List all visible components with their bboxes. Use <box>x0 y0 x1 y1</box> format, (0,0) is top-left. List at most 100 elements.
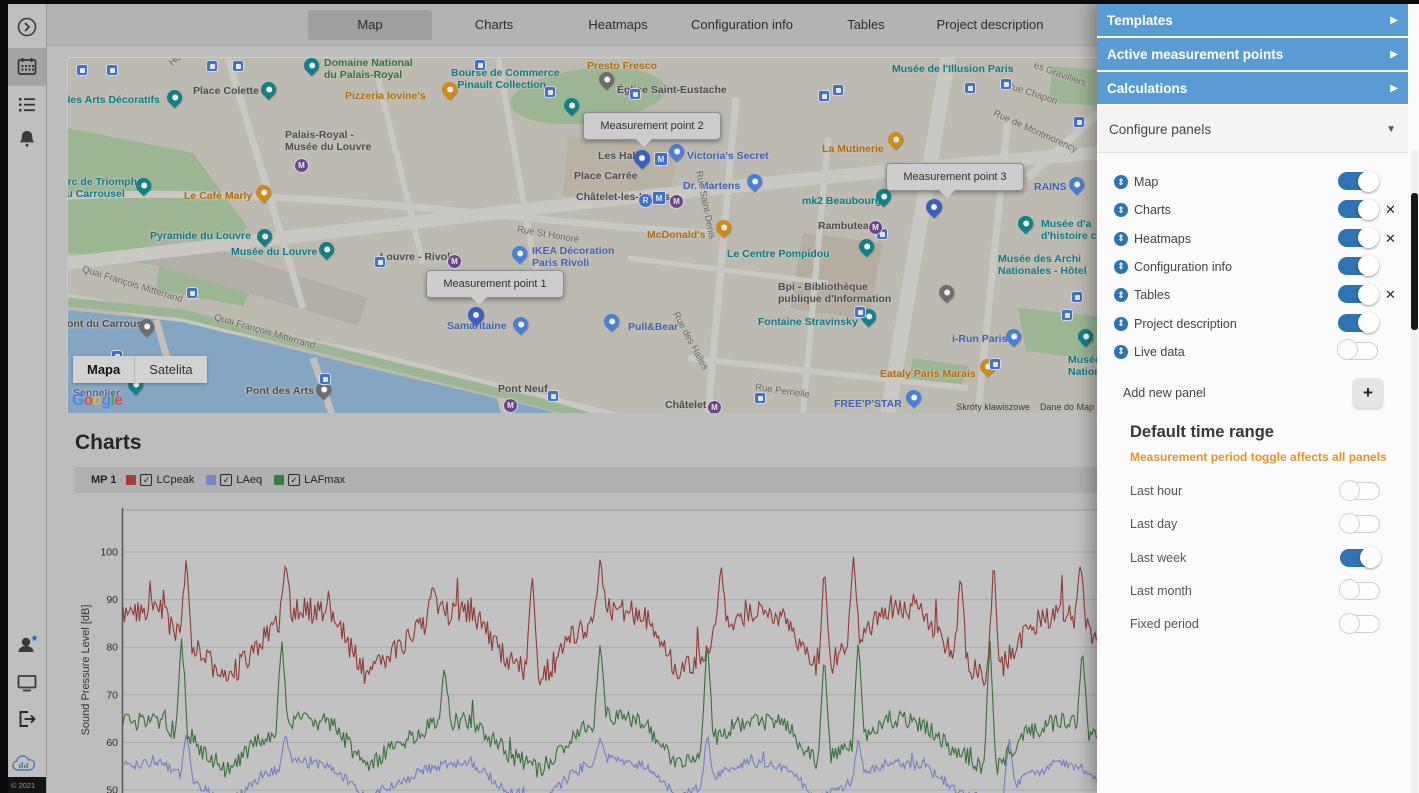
transit-stop-icon <box>232 60 244 72</box>
time-range-label: Fixed period <box>1130 617 1199 631</box>
map-data-link[interactable]: Dane do Map <box>1040 402 1094 412</box>
panel-toggle-heatmaps[interactable] <box>1338 229 1378 247</box>
measurement-point-tooltip[interactable]: Measurement point 3 <box>886 163 1024 191</box>
toggle-knob <box>1358 199 1379 220</box>
time-range-toggle-last-month[interactable] <box>1340 582 1380 600</box>
map-label: Palais-Royal - Musée du Louvre <box>285 130 371 153</box>
map-label: Domaine National du Palais-Royal <box>324 58 413 81</box>
tab-heatmaps[interactable]: Heatmaps <box>556 10 680 40</box>
tab-tables[interactable]: Tables <box>804 10 928 40</box>
map-label: Quai François Mitterrand <box>81 264 184 306</box>
panel-toggle-configuration-info[interactable] <box>1338 257 1378 275</box>
legend-checkbox[interactable]: ✓ <box>220 474 232 486</box>
monitor-icon <box>15 671 39 695</box>
time-range-toggle-fixed-period[interactable] <box>1340 615 1380 633</box>
spl-chart[interactable]: 1009080706050 Sound Pressure Level [dB] <box>75 500 1097 793</box>
map-label: Pizzeria Iovine's <box>345 91 426 103</box>
panel-toggle-live-data[interactable] <box>1338 342 1378 360</box>
close-panel-button[interactable]: ✕ <box>1385 231 1396 247</box>
time-range-toggle-last-week[interactable] <box>1340 549 1380 567</box>
measurement-point-pin[interactable] <box>923 196 946 219</box>
legend-checkbox[interactable]: ✓ <box>288 474 300 486</box>
section-header-templates[interactable]: Templates ▶ <box>1097 4 1408 36</box>
scrollbar-thumb[interactable] <box>1411 193 1418 330</box>
expand-sidebar-button[interactable] <box>8 10 46 44</box>
panel-row-label: Map <box>1134 175 1158 189</box>
measurement-point-tooltip[interactable]: Measurement point 1 <box>426 270 564 298</box>
map-type-map-button[interactable]: Mapa <box>73 356 134 383</box>
time-range-row-last-month: Last month <box>1097 579 1408 603</box>
legend-series-name: LCpeak <box>156 474 194 486</box>
tab-map[interactable]: Map <box>308 10 432 40</box>
metro-station-icon: M <box>669 194 684 209</box>
transit-stop-icon <box>1000 78 1012 90</box>
rer-station-icon: R <box>638 193 653 208</box>
transit-stop-icon <box>319 373 331 385</box>
panel-row-label: Live data <box>1134 345 1185 359</box>
map-label: Arc de Triomphe du Carrousel <box>67 177 143 200</box>
map-label: Musée de l'Illusion Paris <box>892 64 1014 76</box>
sidebar-item-logout[interactable] <box>8 702 46 736</box>
section-header-label: Active measurement points <box>1107 47 1283 62</box>
legend-item-laeq: ✓LAeq <box>206 474 262 486</box>
chevron-right-icon: ▶ <box>1390 15 1398 26</box>
section-header-label: Templates <box>1107 13 1173 28</box>
transit-stop-icon <box>76 64 88 76</box>
toggle-knob <box>1358 171 1379 192</box>
teal-poi-pin <box>301 57 322 76</box>
sidebar-item-notifications[interactable] <box>8 122 46 156</box>
sidebar-item-display[interactable] <box>8 666 46 700</box>
map-label: mk2 Beaubourg <box>802 196 881 208</box>
section-header-label: Calculations <box>1107 81 1187 96</box>
measurement-point-tooltip[interactable]: Measurement point 2 <box>583 112 721 140</box>
letterbox-left <box>0 0 8 793</box>
tab-project-description[interactable]: Project description <box>928 10 1052 40</box>
toggle-knob <box>1358 255 1379 276</box>
panel-toggle-tables[interactable] <box>1338 285 1378 303</box>
tab-configuration-info[interactable]: Configuration info <box>680 10 804 40</box>
panel-toggle-charts[interactable] <box>1338 200 1378 218</box>
blue-poi-pin <box>666 141 687 162</box>
panel-row-label: Configuration info <box>1134 260 1232 274</box>
map-type-satellite-button[interactable]: Satelita <box>135 356 206 383</box>
panel-toggle-project-description[interactable] <box>1338 314 1378 332</box>
transit-stop-icon <box>374 256 386 268</box>
sidebar-item-calendar[interactable] <box>8 48 46 86</box>
configure-panels-header[interactable]: Configure panels ▼ <box>1097 106 1408 153</box>
teal-poi-pin <box>1075 326 1096 347</box>
transit-stop-icon <box>1073 116 1085 128</box>
chart-legend-bar: MP 1 ✓LCpeak✓LAeq✓LAFmax <box>75 467 1097 493</box>
metro-station-icon: M <box>652 191 666 205</box>
sidebar-item-user[interactable] <box>8 628 46 662</box>
toggle-knob <box>1339 480 1360 501</box>
panel-row-map: ⇕Map <box>1097 168 1408 196</box>
section-header-active-measurement-points[interactable]: Active measurement points▶ <box>1097 38 1408 70</box>
panel-scrollbar[interactable] <box>1411 150 1418 793</box>
sidebar-item-list[interactable] <box>8 88 46 122</box>
y-axis-label: Sound Pressure Level [dB] <box>80 605 92 736</box>
section-header-calculations[interactable]: Calculations▶ <box>1097 72 1408 104</box>
map-label: IKEA Décoration Paris Rivoli <box>532 246 614 269</box>
metro-station-icon: M <box>503 398 518 413</box>
map-panel[interactable]: des Arts DécoratifsPlace ColetteDomaine … <box>67 57 1098 413</box>
time-range-label: Last week <box>1130 551 1186 565</box>
close-panel-button[interactable]: ✕ <box>1385 287 1396 303</box>
legend-checkbox[interactable]: ✓ <box>140 474 152 486</box>
time-range-toggle-last-hour[interactable] <box>1340 482 1380 500</box>
transit-stop-icon <box>206 60 218 72</box>
map-label: Quai François Mitterrand <box>213 312 317 352</box>
list-icon <box>15 93 39 117</box>
map-label: Rambuteau <box>818 221 875 233</box>
close-panel-button[interactable]: ✕ <box>1385 202 1396 218</box>
time-range-toggle-last-day[interactable] <box>1340 515 1380 533</box>
keyboard-shortcuts-link[interactable]: Skróty klawiszowe <box>956 402 1030 412</box>
chevron-right-circle-icon <box>16 16 38 38</box>
panel-toggle-map[interactable] <box>1338 172 1378 190</box>
add-panel-button[interactable]: + <box>1353 378 1383 408</box>
panel-row-tables: ⇕Tables✕ <box>1097 281 1408 309</box>
y-tick-label: 90 <box>106 594 118 606</box>
legend-item-lcpeak: ✓ LCpeak <box>126 474 194 486</box>
panel-row-label: Tables <box>1134 288 1170 302</box>
blue-poi-pin <box>509 243 530 264</box>
tab-charts[interactable]: Charts <box>432 10 556 40</box>
